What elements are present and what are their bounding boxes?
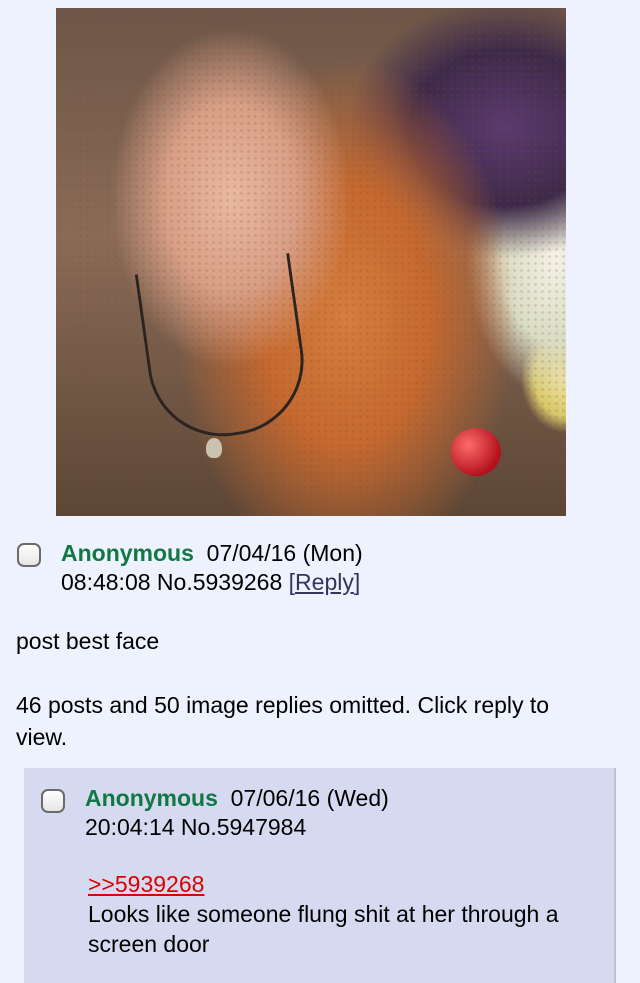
thread-page: Anonymous 07/04/16 (Mon) 08:48:08 No.593… [0,0,640,983]
op-post-date: 07/04/16 (Mon) [206,540,363,566]
image-pendant [206,438,222,458]
op-header-line2: 08:48:08 No.5939268 [Reply] [61,567,360,597]
op-post-number[interactable]: No.5939268 [157,569,282,595]
reply-header-line1: Anonymous 07/06/16 (Wed) [85,783,389,813]
reply-comment: Looks like someone flung shit at her thr… [88,901,559,957]
op-comment: post best face [16,628,160,654]
reply-post: Anonymous 07/06/16 (Wed) 20:04:14 No.594… [24,768,616,983]
op-poster-name: Anonymous [61,540,194,566]
reply-post-number[interactable]: No.5947984 [181,814,306,840]
reply-header-line2: 20:04:14 No.5947984 [85,812,306,842]
omitted-posts-notice: 46 posts and 50 image replies omitted. C… [16,692,550,750]
op-image-thumbnail[interactable] [56,8,566,516]
reply-post-time: 20:04:14 [85,814,175,840]
reply-bracket-close: ] [353,569,361,595]
reply-post-date: 07/06/16 (Wed) [230,785,389,811]
op-header-line1: Anonymous 07/04/16 (Mon) [61,538,363,568]
op-select-checkbox-icon[interactable] [17,543,41,567]
op-post-time: 08:48:08 [61,569,151,595]
reply-select-checkbox-icon[interactable] [41,789,65,813]
reply-quote-link[interactable]: >>5939268 [88,869,204,899]
op-reply-link[interactable]: Reply [295,569,354,595]
reply-poster-name: Anonymous [85,785,218,811]
image-apple [451,428,501,476]
